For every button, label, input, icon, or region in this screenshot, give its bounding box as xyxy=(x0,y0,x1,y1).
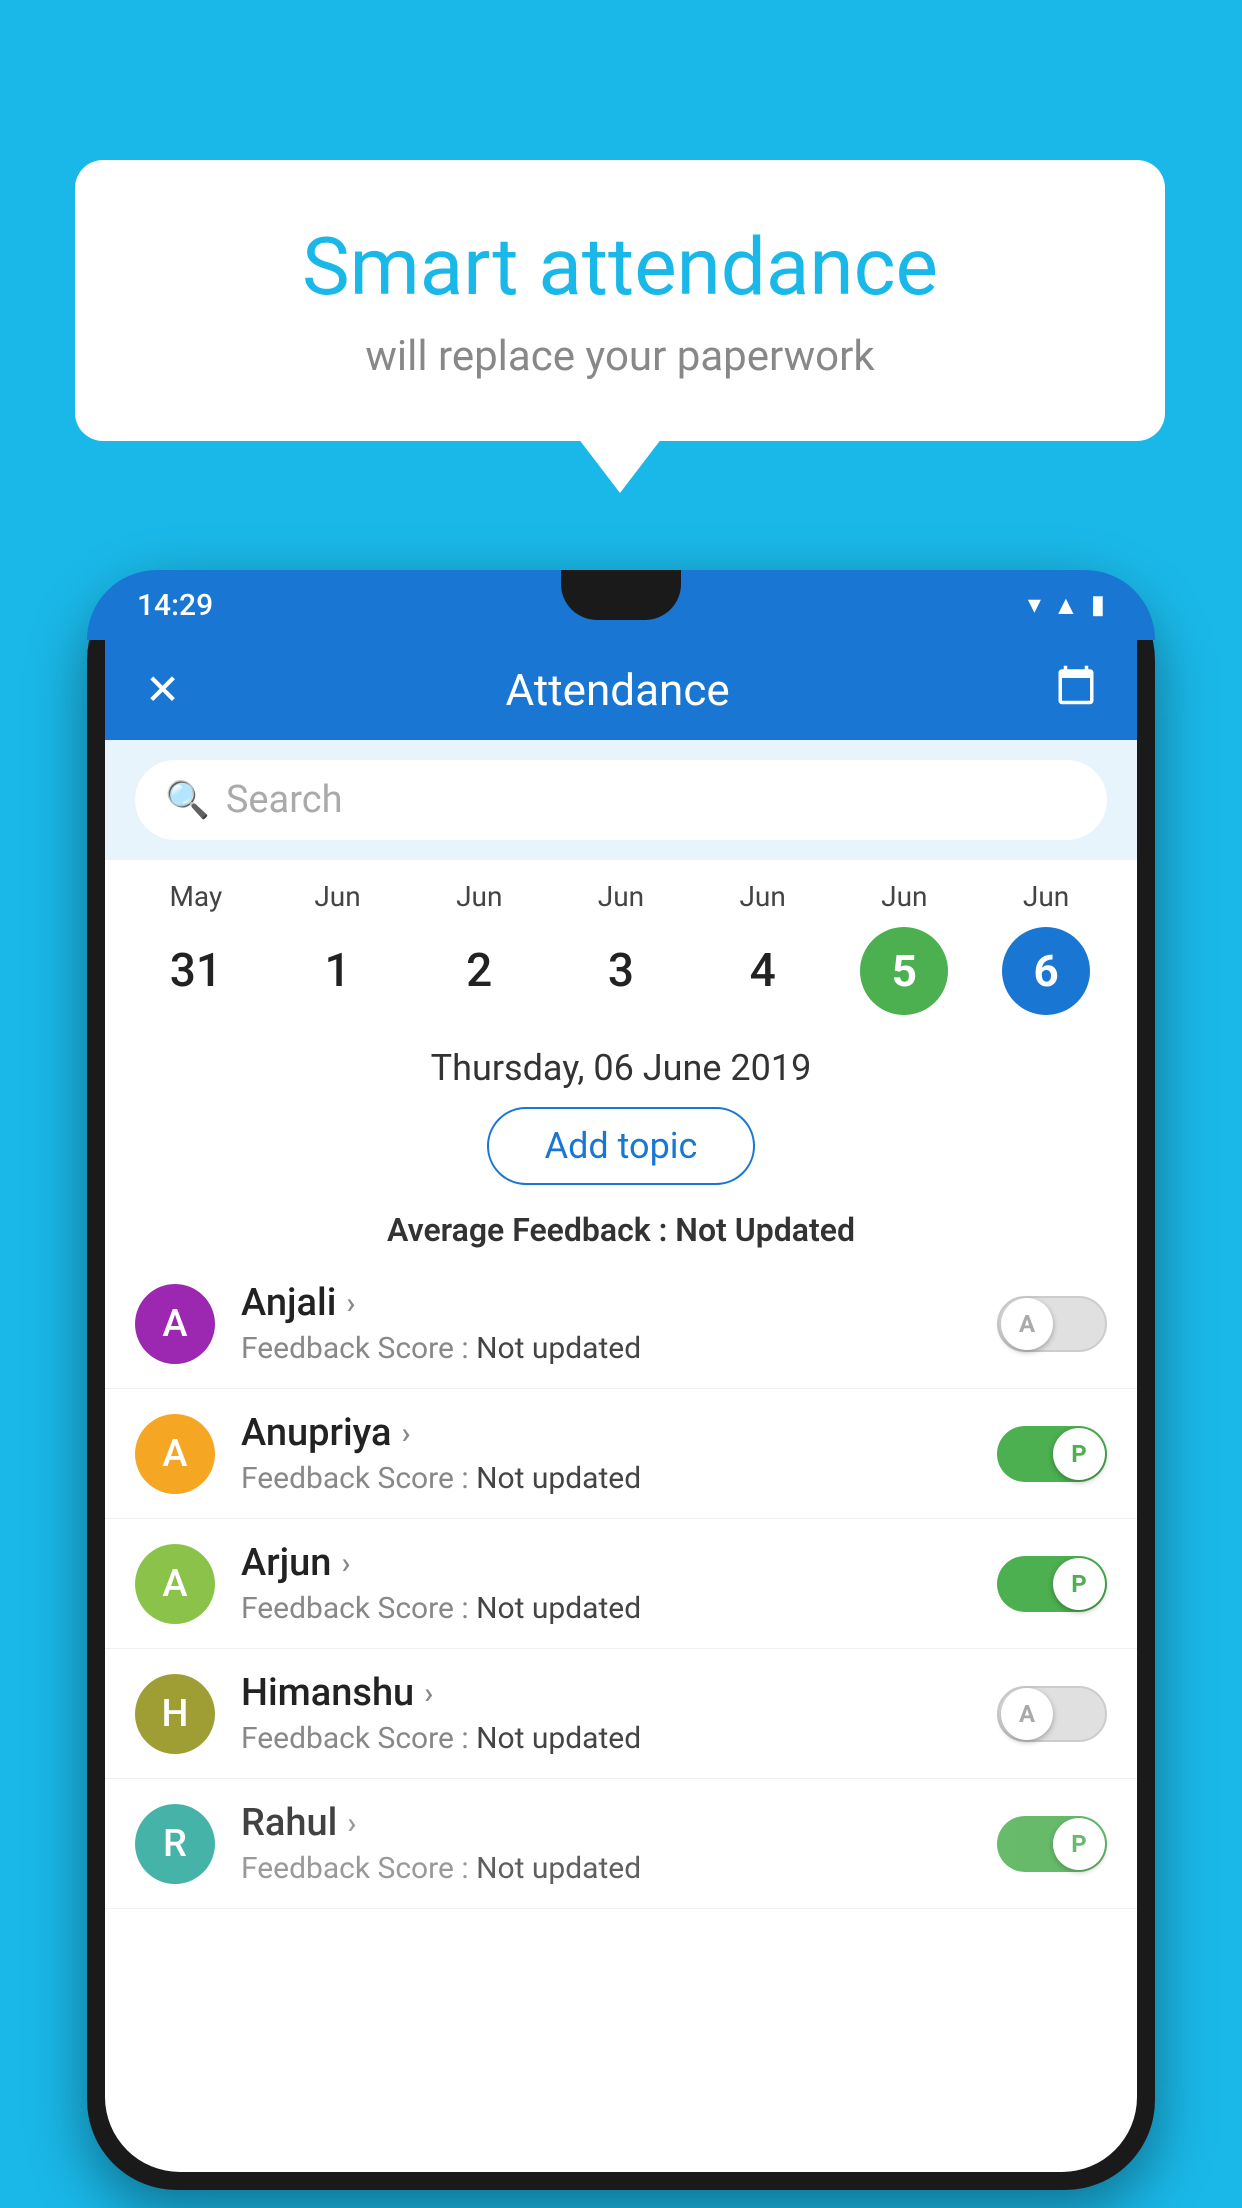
add-topic-button[interactable]: Add topic xyxy=(487,1107,756,1185)
month-label-5: Jun xyxy=(837,880,972,913)
calendar-months-row: May Jun Jun Jun Jun Jun xyxy=(115,880,1127,913)
date-circle-6: 6 xyxy=(1002,927,1090,1015)
student-feedback-anjali: Feedback Score : Not updated xyxy=(241,1331,971,1366)
cal-cell-4[interactable]: Jun xyxy=(695,880,830,913)
header-title: Attendance xyxy=(506,664,730,716)
student-feedback-rahul: Feedback Score : Not updated xyxy=(241,1851,971,1886)
avg-feedback-label: Average Feedback : Not Updated xyxy=(387,1211,855,1249)
student-item-anupriya[interactable]: A Anupriya › Feedback Score : Not update… xyxy=(105,1389,1137,1519)
close-button[interactable]: ✕ xyxy=(145,665,180,715)
search-icon: 🔍 xyxy=(165,779,210,821)
student-info-anupriya: Anupriya › Feedback Score : Not updated xyxy=(241,1411,971,1496)
chevron-icon-arjun: › xyxy=(341,1546,350,1581)
month-label-3: Jun xyxy=(553,880,688,913)
status-time: 14:29 xyxy=(137,588,213,623)
student-name-anjali: Anjali › xyxy=(241,1281,971,1325)
month-label-2: Jun xyxy=(412,880,547,913)
date-num-0: 31 xyxy=(128,944,263,998)
date-num-2: 2 xyxy=(412,944,547,998)
toggle-himanshu[interactable]: A xyxy=(997,1686,1107,1742)
month-label-4: Jun xyxy=(695,880,830,913)
cal-date-0[interactable]: 31 xyxy=(128,940,263,998)
toggle-thumb-anjali: A xyxy=(1001,1298,1053,1350)
chevron-icon-rahul: › xyxy=(347,1806,356,1841)
chevron-icon-himanshu: › xyxy=(424,1676,433,1711)
avatar-rahul: R xyxy=(135,1804,215,1884)
student-feedback-himanshu: Feedback Score : Not updated xyxy=(241,1721,971,1756)
month-label-0: May xyxy=(128,880,263,913)
date-num-4: 4 xyxy=(695,944,830,998)
cal-cell-0[interactable]: May xyxy=(128,880,263,913)
battery-icon: ▮ xyxy=(1091,590,1105,620)
screen: ✕ Attendance 🔍 Search xyxy=(105,640,1137,2172)
student-name-arjun: Arjun › xyxy=(241,1541,971,1585)
wifi-icon: ▾ xyxy=(1028,590,1041,620)
cal-date-1[interactable]: 1 xyxy=(270,940,405,998)
toggle-thumb-rahul: P xyxy=(1053,1818,1105,1870)
toggle-thumb-anupriya: P xyxy=(1053,1428,1105,1480)
student-list: A Anjali › Feedback Score : Not updated … xyxy=(105,1259,1137,1909)
date-circle-5: 5 xyxy=(860,927,948,1015)
toggle-thumb-arjun: P xyxy=(1053,1558,1105,1610)
student-info-rahul: Rahul › Feedback Score : Not updated xyxy=(241,1801,971,1886)
cal-cell-6[interactable]: Jun xyxy=(979,880,1114,913)
cal-cell-5[interactable]: Jun xyxy=(837,880,972,913)
cal-date-4[interactable]: 4 xyxy=(695,940,830,998)
calendar-strip: May Jun Jun Jun Jun Jun xyxy=(105,860,1137,1025)
toggle-anupriya[interactable]: P xyxy=(997,1426,1107,1482)
date-num-1: 1 xyxy=(270,944,405,998)
student-item-arjun[interactable]: A Arjun › Feedback Score : Not updated P xyxy=(105,1519,1137,1649)
status-icons: ▾ ▲ ▮ xyxy=(1028,590,1105,621)
toggle-rahul[interactable]: P xyxy=(997,1816,1107,1872)
notch xyxy=(561,570,681,620)
student-item-rahul[interactable]: R Rahul › Feedback Score : Not updated P xyxy=(105,1779,1137,1909)
avatar-anjali: A xyxy=(135,1284,215,1364)
student-item-anjali[interactable]: A Anjali › Feedback Score : Not updated … xyxy=(105,1259,1137,1389)
student-info-arjun: Arjun › Feedback Score : Not updated xyxy=(241,1541,971,1626)
selected-date-full: Thursday, 06 June 2019 xyxy=(125,1047,1117,1089)
cal-date-5[interactable]: 5 xyxy=(837,923,972,1015)
avatar-himanshu: H xyxy=(135,1674,215,1754)
student-name-himanshu: Himanshu › xyxy=(241,1671,971,1715)
toggle-anjali[interactable]: A xyxy=(997,1296,1107,1352)
avg-feedback-value: Not Updated xyxy=(675,1211,855,1249)
search-container: 🔍 Search xyxy=(105,740,1137,860)
chevron-icon-anjali: › xyxy=(346,1286,355,1321)
student-item-himanshu[interactable]: H Himanshu › Feedback Score : Not update… xyxy=(105,1649,1137,1779)
chevron-icon-anupriya: › xyxy=(401,1416,410,1451)
student-feedback-arjun: Feedback Score : Not updated xyxy=(241,1591,971,1626)
app-header: ✕ Attendance xyxy=(105,640,1137,740)
speech-bubble-container: Smart attendance will replace your paper… xyxy=(75,160,1165,441)
speech-bubble: Smart attendance will replace your paper… xyxy=(75,160,1165,441)
toggle-arjun[interactable]: P xyxy=(997,1556,1107,1612)
student-info-himanshu: Himanshu › Feedback Score : Not updated xyxy=(241,1671,971,1756)
cal-date-2[interactable]: 2 xyxy=(412,940,547,998)
cal-cell-2[interactable]: Jun xyxy=(412,880,547,913)
cal-date-6[interactable]: 6 xyxy=(979,923,1114,1015)
status-bar: 14:29 ▾ ▲ ▮ xyxy=(87,570,1155,640)
date-info: Thursday, 06 June 2019 Add topic Average… xyxy=(105,1025,1137,1259)
bubble-subtitle: will replace your paperwork xyxy=(155,332,1085,381)
calendar-icon[interactable] xyxy=(1055,664,1097,716)
phone-frame: 14:29 ▾ ▲ ▮ ✕ Attendance xyxy=(87,570,1155,2190)
student-name-anupriya: Anupriya › xyxy=(241,1411,971,1455)
student-feedback-anupriya: Feedback Score : Not updated xyxy=(241,1461,971,1496)
month-label-6: Jun xyxy=(979,880,1114,913)
avatar-anupriya: A xyxy=(135,1414,215,1494)
student-info-anjali: Anjali › Feedback Score : Not updated xyxy=(241,1281,971,1366)
cal-date-3[interactable]: 3 xyxy=(553,940,688,998)
search-input[interactable]: Search xyxy=(226,778,343,822)
calendar-dates-row: 31 1 2 3 4 5 xyxy=(115,923,1127,1015)
month-label-1: Jun xyxy=(270,880,405,913)
avatar-arjun: A xyxy=(135,1544,215,1624)
search-bar[interactable]: 🔍 Search xyxy=(135,760,1107,840)
cal-cell-3[interactable]: Jun xyxy=(553,880,688,913)
date-num-3: 3 xyxy=(553,944,688,998)
bubble-title: Smart attendance xyxy=(155,220,1085,314)
cal-cell-1[interactable]: Jun xyxy=(270,880,405,913)
signal-icon: ▲ xyxy=(1053,590,1079,621)
toggle-thumb-himanshu: A xyxy=(1001,1688,1053,1740)
phone-container: 14:29 ▾ ▲ ▮ ✕ Attendance xyxy=(87,570,1155,2190)
student-name-rahul: Rahul › xyxy=(241,1801,971,1845)
